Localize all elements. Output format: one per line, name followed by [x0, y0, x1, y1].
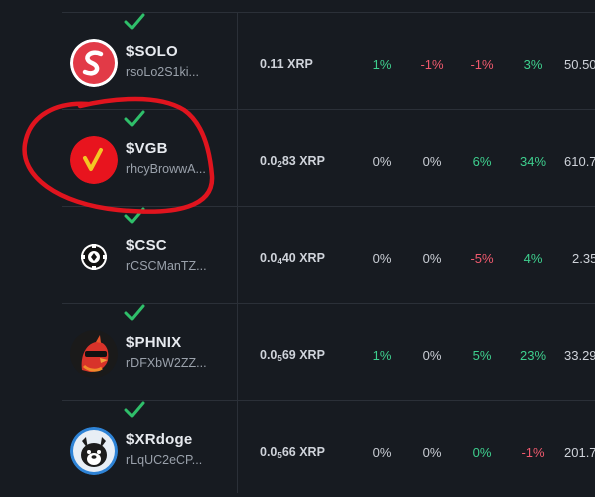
verified-check-icon — [124, 401, 145, 418]
change-1h: 0% — [422, 348, 442, 363]
change-1h: -1% — [420, 57, 444, 72]
change-6h: -5% — [470, 251, 494, 266]
token-address: rsoLo2S1ki... — [126, 65, 199, 79]
solo-logo-icon — [70, 39, 118, 87]
change-24h: 34% — [519, 154, 547, 169]
change-5m: 0% — [372, 445, 392, 460]
token-ticker[interactable]: $SOLO — [126, 43, 178, 60]
change-1h: 0% — [422, 154, 442, 169]
token-price: 0.0566 XRP — [260, 445, 325, 460]
change-5m: 1% — [372, 57, 392, 72]
token-volume: 2.35 — [572, 251, 595, 266]
token-price: 0.11 XRP — [260, 57, 313, 71]
change-5m: 0% — [372, 154, 392, 169]
table-row[interactable]: $CSC rCSCManTZ... 0.0440 XRP 0% 0% -5% 4… — [62, 207, 595, 304]
verified-check-icon — [124, 13, 145, 30]
token-volume: 33.29 — [564, 348, 595, 363]
change-24h: 3% — [523, 57, 543, 72]
token-ticker[interactable]: $CSC — [126, 237, 167, 254]
token-price: 0.0569 XRP — [260, 348, 325, 363]
table-row[interactable]: $XRdoge rLqUC2eCP... 0.0566 XRP 0% 0% 0%… — [62, 401, 595, 497]
change-6h: 6% — [472, 154, 492, 169]
change-1h: 0% — [422, 445, 442, 460]
change-24h: 23% — [519, 348, 547, 363]
token-ticker[interactable]: $XRdoge — [126, 431, 192, 448]
token-volume: 201.7 — [564, 445, 595, 460]
change-24h: -1% — [521, 445, 545, 460]
token-address: rCSCManTZ... — [126, 259, 207, 273]
change-6h: 5% — [472, 348, 492, 363]
token-price: 0.0283 XRP — [260, 154, 325, 169]
change-1h: 0% — [422, 251, 442, 266]
change-5m: 0% — [372, 251, 392, 266]
change-6h: 0% — [472, 445, 492, 460]
token-volume: 50.50 — [564, 57, 595, 72]
verified-check-icon — [124, 304, 145, 321]
phoenix-logo-icon — [70, 330, 118, 378]
token-volume: 610.7 — [564, 154, 595, 169]
change-24h: 4% — [523, 251, 543, 266]
annotation-circle — [22, 96, 215, 214]
token-ticker[interactable]: $PHNIX — [126, 334, 181, 351]
doge-logo-icon — [70, 427, 118, 475]
token-address: rLqUC2eCP... — [126, 453, 203, 467]
token-table: $SOLO rsoLo2S1ki... 0.11 XRP 1% -1% -1% … — [0, 0, 595, 493]
token-price: 0.0440 XRP — [260, 251, 325, 266]
change-6h: -1% — [470, 57, 494, 72]
poker-chip-logo-icon — [70, 233, 118, 281]
table-row[interactable]: $PHNIX rDFXbW2ZZ... 0.0569 XRP 1% 0% 5% … — [62, 304, 595, 401]
token-address: rDFXbW2ZZ... — [126, 356, 207, 370]
change-5m: 1% — [372, 348, 392, 363]
